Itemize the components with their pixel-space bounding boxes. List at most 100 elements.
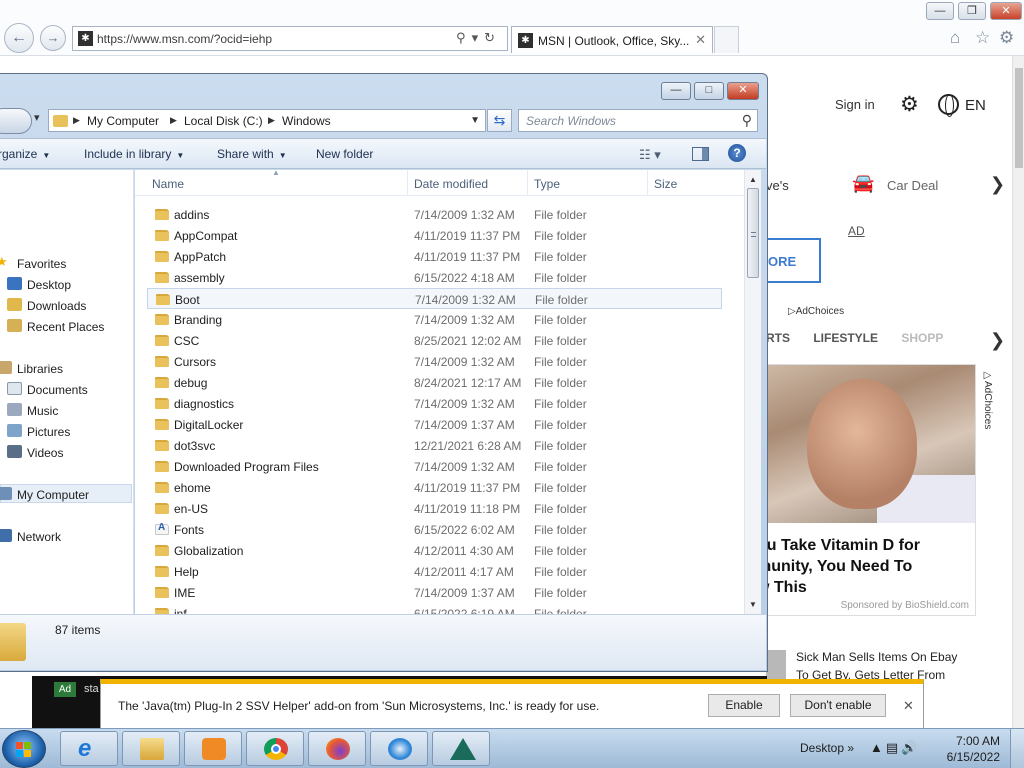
ie-tab-msn[interactable]: ✱ MSN | Outlook, Office, Sky... ✕ xyxy=(511,26,713,53)
scroll-up-icon[interactable]: ▲ xyxy=(749,175,757,184)
msn-nav-item-car-deals[interactable]: Car Deal xyxy=(887,178,938,193)
explorer-close-button[interactable]: ✕ xyxy=(727,82,759,100)
table-row[interactable]: dot3svc 12/21/2021 6:28 AM File folder xyxy=(147,435,722,456)
ie-maximize-button[interactable]: ❐ xyxy=(958,2,986,20)
help-icon[interactable]: ? xyxy=(728,144,746,162)
ie-back-button[interactable]: ← xyxy=(4,23,34,53)
share-with-button[interactable]: Share with ▼ xyxy=(217,147,287,161)
globe-icon[interactable] xyxy=(938,94,959,117)
sidebar-item-music[interactable]: Music xyxy=(0,401,132,420)
tray-icons[interactable]: ▲▤🔊 xyxy=(870,740,920,756)
msn-ad-label[interactable]: AD xyxy=(848,224,865,238)
column-type[interactable]: Type xyxy=(534,177,560,191)
sidebar-network[interactable]: Network xyxy=(0,527,132,546)
msn-settings-gear-icon[interactable]: ⚙ xyxy=(900,92,919,117)
sidebar-favorites[interactable]: ★ Favorites xyxy=(0,254,132,273)
msn-nav-item[interactable]: ve's xyxy=(766,178,789,193)
sidebar-item-recent-places[interactable]: Recent Places xyxy=(0,317,132,336)
breadcrumb-windows[interactable]: Windows xyxy=(282,114,331,128)
preview-pane-icon[interactable] xyxy=(692,147,709,161)
table-row[interactable]: AppPatch 4/11/2019 11:37 PM File folder xyxy=(147,246,722,267)
taskbar-windows-explorer[interactable] xyxy=(122,731,180,766)
include-in-library-button[interactable]: Include in library ▼ xyxy=(84,147,184,161)
search-icon[interactable]: ⚲ xyxy=(742,112,752,129)
dont-enable-button[interactable]: Don't enable xyxy=(790,694,886,717)
table-row[interactable]: addins 7/14/2009 1:32 AM File folder xyxy=(147,204,722,225)
ie-close-button[interactable]: ✕ xyxy=(990,2,1022,20)
ie-minimize-button[interactable]: — xyxy=(926,2,954,20)
breadcrumb-my-computer[interactable]: My Computer xyxy=(87,114,159,128)
ie-address-controls[interactable]: ⚲▾↻ xyxy=(456,30,501,46)
msn-category-sports[interactable]: RTS xyxy=(766,331,790,345)
table-row[interactable]: assembly 6/15/2022 4:18 AM File folder xyxy=(147,267,722,288)
chevron-right-icon[interactable]: ❯ xyxy=(990,174,1005,195)
table-row[interactable]: Branding 7/14/2009 1:32 AM File folder xyxy=(147,309,722,330)
tools-gear-icon[interactable]: ⚙ xyxy=(999,28,1014,48)
column-divider[interactable] xyxy=(527,170,528,196)
ie-address-bar[interactable]: ✱ https://www.msn.com/?ocid=iehp ⚲▾↻ xyxy=(72,26,508,51)
table-row[interactable]: ehome 4/11/2019 11:37 PM File folder xyxy=(147,477,722,498)
table-row[interactable]: Cursors 7/14/2009 1:32 AM File folder xyxy=(147,351,722,372)
table-row[interactable]: DigitalLocker 7/14/2009 1:37 AM File folde… xyxy=(147,414,722,435)
breadcrumb[interactable]: ▶ My Computer ▶ Local Disk (C:) ▶ Window… xyxy=(48,109,486,132)
taskbar-chrome[interactable] xyxy=(246,731,304,766)
sidebar-my-computer[interactable]: My Computer xyxy=(0,484,132,503)
msn-scroll-thumb[interactable] xyxy=(1015,68,1023,168)
breadcrumb-separator-icon[interactable]: ▶ xyxy=(268,115,275,126)
table-row[interactable]: Boot 7/14/2009 1:32 AM File folder xyxy=(147,288,722,309)
ie-new-tab-button[interactable] xyxy=(714,26,739,53)
taskbar-media-player[interactable] xyxy=(184,731,242,766)
table-row[interactable]: Downloaded Program Files 7/14/2009 1:32 A… xyxy=(147,456,722,477)
breadcrumb-separator-icon[interactable]: ▶ xyxy=(73,115,80,126)
show-desktop-button[interactable] xyxy=(1010,729,1024,768)
msn-category-lifestyle[interactable]: LIFESTYLE xyxy=(813,331,878,345)
table-row[interactable]: Fonts 6/15/2022 6:02 AM File folder xyxy=(147,519,722,540)
sidebar-item-desktop[interactable]: Desktop xyxy=(0,275,132,294)
table-row[interactable]: debug 8/24/2021 12:17 AM File folder xyxy=(147,372,722,393)
ie-forward-button[interactable]: → xyxy=(40,25,66,51)
msn-category-shopping[interactable]: SHOPP xyxy=(901,331,943,345)
taskbar-app[interactable] xyxy=(432,731,490,766)
desktop-toolbar[interactable]: Desktop » xyxy=(800,741,854,755)
notification-close-icon[interactable]: ✕ xyxy=(903,698,914,714)
clock[interactable]: 7:00 AM 6/15/2022 xyxy=(946,733,1000,765)
msn-language[interactable]: EN xyxy=(965,97,986,114)
change-view-icon[interactable]: ☷ ▾ xyxy=(639,147,661,163)
scroll-down-icon[interactable]: ▼ xyxy=(749,600,757,609)
refresh-button[interactable]: ⇆ xyxy=(487,109,512,132)
sidebar-item-downloads[interactable]: Downloads xyxy=(0,296,132,315)
breadcrumb-dropdown-icon[interactable]: ▼ xyxy=(470,115,480,126)
table-row[interactable]: inf 6/15/2022 6:19 AM File folder xyxy=(147,603,722,614)
explorer-back-button[interactable] xyxy=(0,108,32,134)
new-folder-button[interactable]: New folder xyxy=(316,147,373,161)
sidebar-item-videos[interactable]: Videos xyxy=(0,443,132,462)
adchoices-link[interactable]: ▷AdChoices xyxy=(788,306,844,317)
msn-scrollbar[interactable] xyxy=(1012,56,1024,730)
table-row[interactable]: AppCompat 4/11/2019 11:37 PM File folder xyxy=(147,225,722,246)
msn-sign-in-link[interactable]: Sign in xyxy=(835,97,875,112)
msn-ad-card[interactable]: ou Take Vitamin D for munity, You Need T… xyxy=(757,364,976,616)
file-list-scrollbar[interactable]: ▲ ▼ xyxy=(744,170,761,614)
column-date-modified[interactable]: Date modified xyxy=(414,177,488,191)
table-row[interactable]: IME 7/14/2009 1:37 AM File folder xyxy=(147,582,722,603)
taskbar-quicktime[interactable] xyxy=(370,731,428,766)
sidebar-libraries[interactable]: Libraries xyxy=(0,359,132,378)
favorites-star-icon[interactable]: ☆ xyxy=(975,28,990,48)
msn-ad-button[interactable]: ORE xyxy=(766,238,821,283)
column-name[interactable]: Name xyxy=(152,177,184,191)
home-icon[interactable]: ⌂ xyxy=(950,28,960,48)
table-row[interactable]: diagnostics 7/14/2009 1:32 AM File folder xyxy=(147,393,722,414)
chevron-right-icon[interactable]: ❯ xyxy=(990,330,1005,351)
table-row[interactable]: Help 4/12/2011 4:17 AM File folder xyxy=(147,561,722,582)
adchoices-vertical[interactable]: ▷AdChoices xyxy=(982,370,993,429)
file-list-scroll-thumb[interactable] xyxy=(747,188,759,278)
explorer-maximize-button[interactable]: □ xyxy=(694,82,724,100)
ad-headline[interactable]: ou Take Vitamin D for munity, You Need T… xyxy=(757,535,972,598)
explorer-minimize-button[interactable]: — xyxy=(661,82,691,100)
taskbar-firefox[interactable] xyxy=(308,731,366,766)
tab-close-icon[interactable]: ✕ xyxy=(695,32,706,48)
column-divider[interactable] xyxy=(647,170,648,196)
table-row[interactable]: Globalization 4/12/2011 4:30 AM File folde… xyxy=(147,540,722,561)
enable-button[interactable]: Enable xyxy=(708,694,780,717)
taskbar-internet-explorer[interactable]: e xyxy=(60,731,118,766)
